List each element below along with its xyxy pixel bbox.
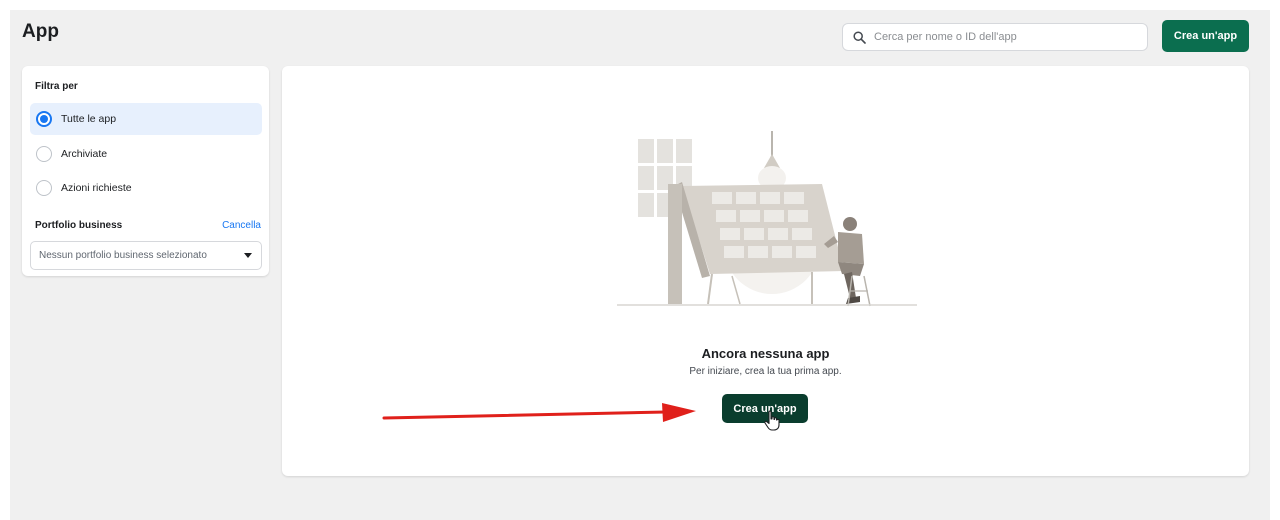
filter-option-archived[interactable]: Archiviate (30, 138, 262, 170)
filter-panel: Filtra per Tutte le app Archiviate Azion… (22, 66, 269, 276)
empty-state-illustration (617, 131, 917, 307)
caret-down-icon (244, 253, 252, 258)
filter-option-all-apps[interactable]: Tutte le app (30, 103, 262, 135)
filter-option-label: Azioni richieste (61, 182, 132, 194)
search-box[interactable] (842, 23, 1148, 51)
filter-option-label: Tutte le app (61, 113, 117, 125)
empty-state-subtitle: Per iniziare, crea la tua prima app. (689, 366, 842, 377)
radio-button[interactable] (36, 180, 52, 196)
portfolio-select[interactable]: Nessun portfolio business selezionato (30, 241, 262, 270)
radio-button[interactable] (36, 146, 52, 162)
radio-button[interactable] (36, 111, 52, 127)
empty-state-title: Ancora nessuna app (701, 346, 830, 361)
red-arrow (382, 403, 696, 422)
filter-option-actions-required[interactable]: Azioni richieste (30, 172, 262, 204)
search-icon (851, 29, 867, 45)
portfolio-label: Portfolio business (35, 220, 123, 231)
cancel-link[interactable]: Cancella (222, 220, 261, 231)
search-input[interactable] (872, 30, 1146, 44)
filter-title: Filtra per (35, 81, 78, 92)
pointer-cursor-icon (764, 410, 780, 431)
filter-option-label: Archiviate (61, 148, 108, 160)
create-app-button[interactable]: Crea un'app (1162, 20, 1249, 52)
portfolio-select-value: Nessun portfolio business selezionato (39, 250, 207, 261)
page-title: App (22, 21, 59, 42)
